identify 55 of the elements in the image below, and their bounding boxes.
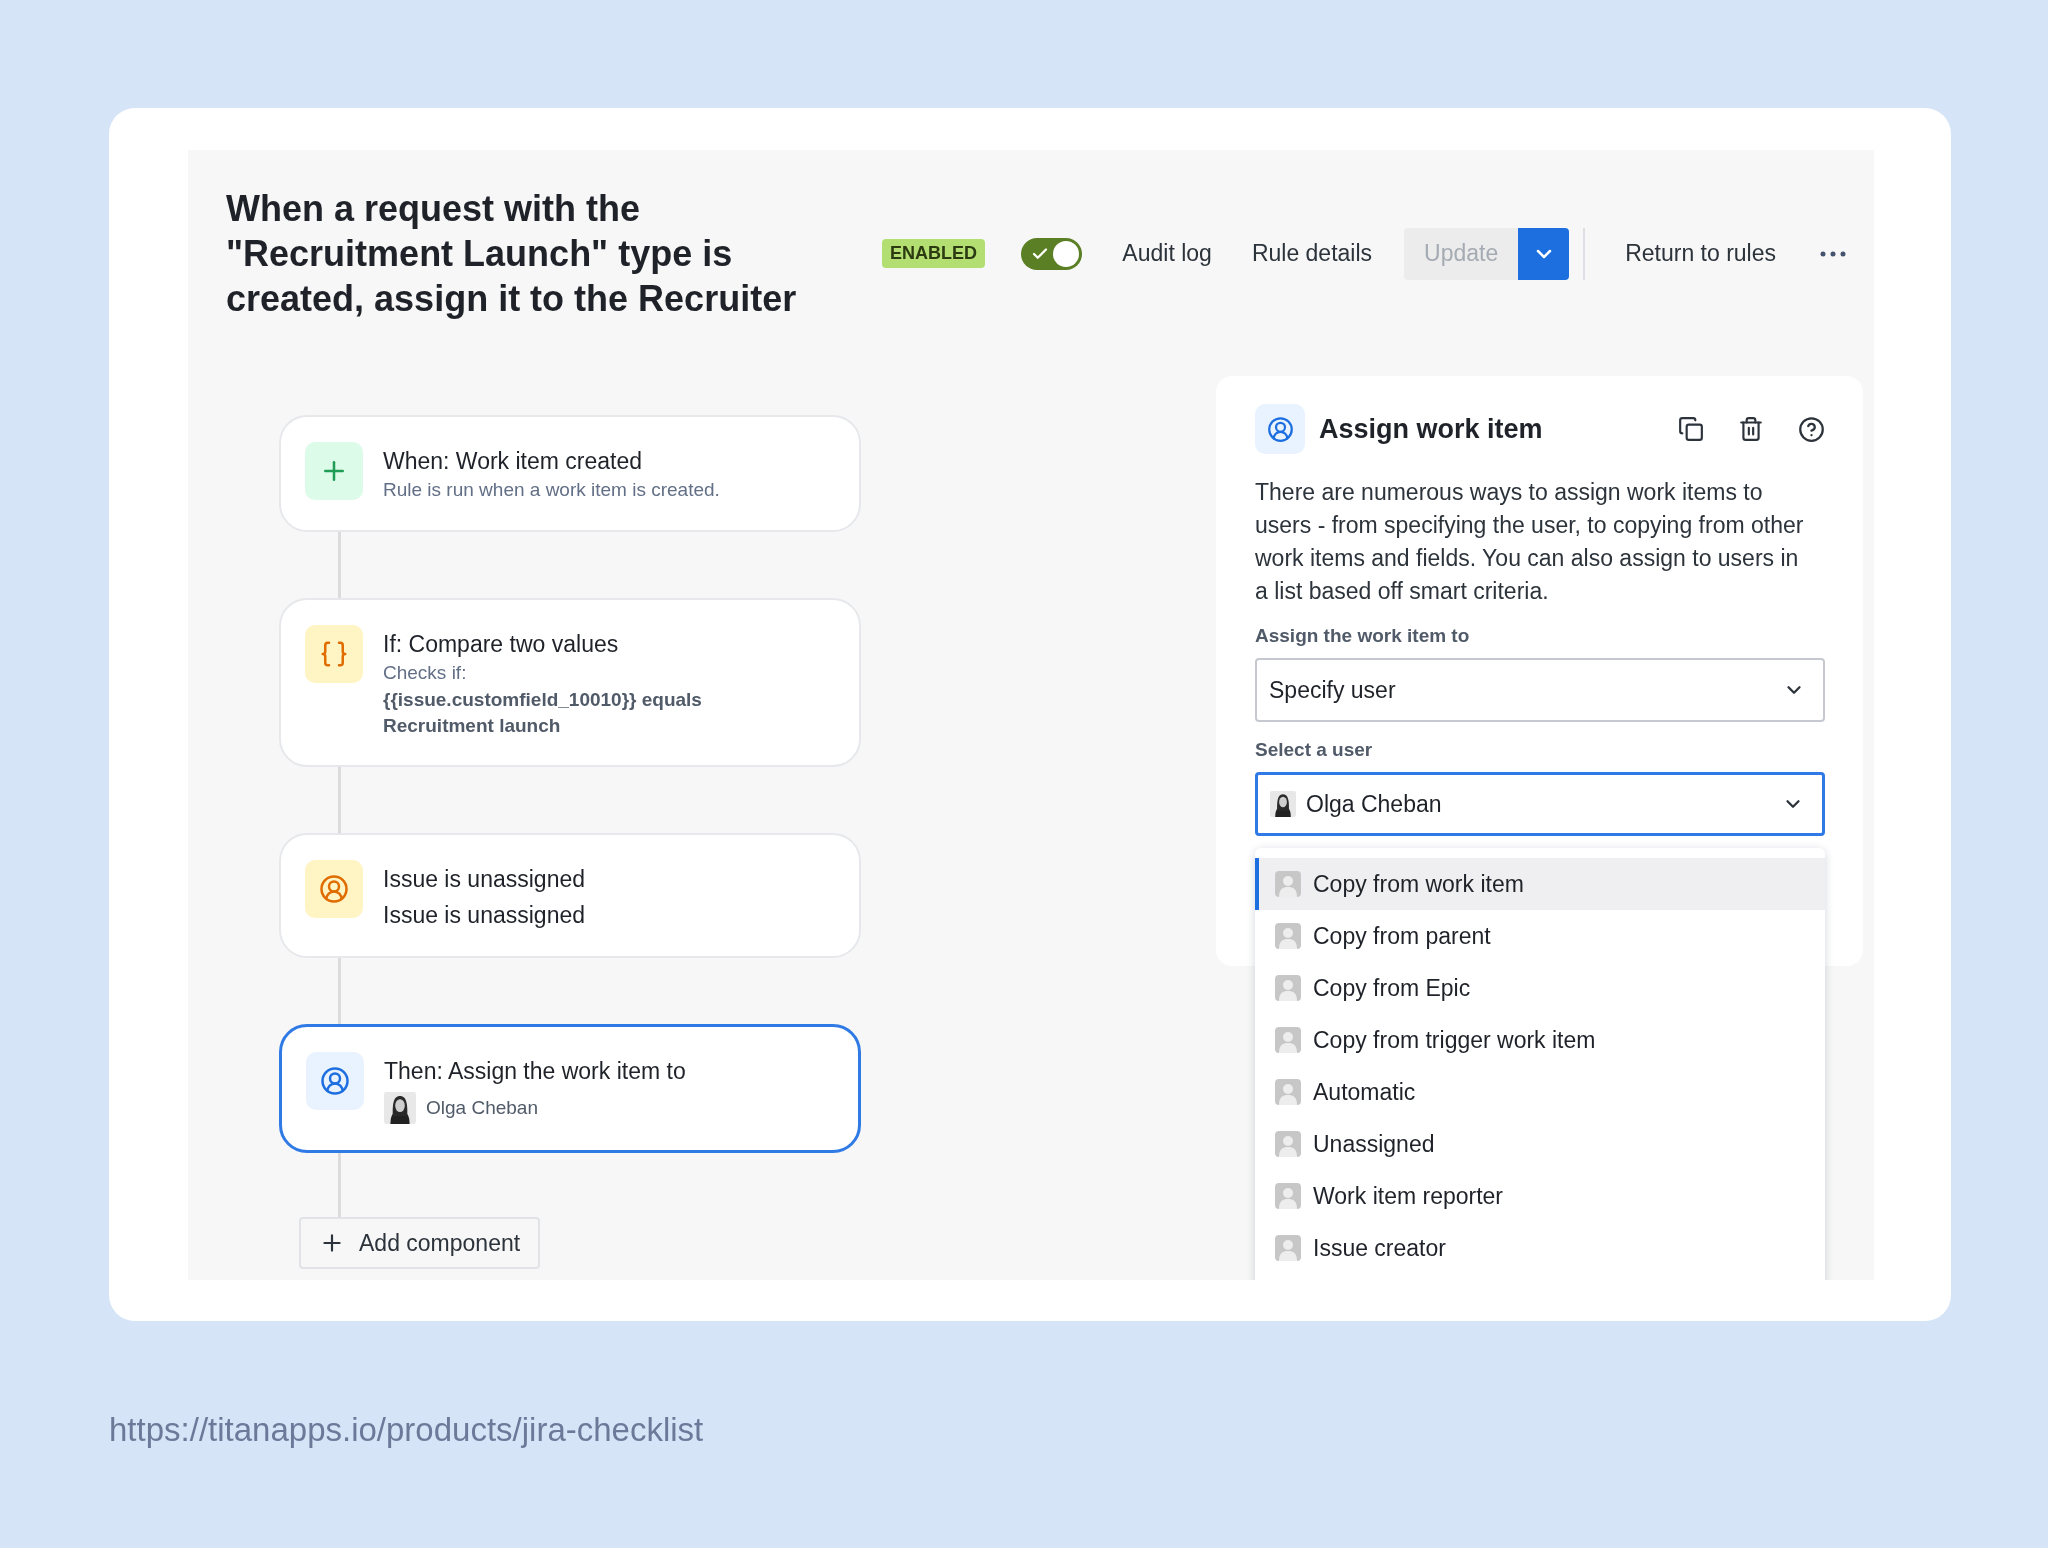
user-placeholder-icon xyxy=(1275,923,1301,949)
select-field[interactable]: Specify user xyxy=(1255,658,1825,722)
avatar-icon xyxy=(1270,791,1296,817)
more-icon xyxy=(1820,250,1846,257)
user-icon xyxy=(305,860,363,918)
user-placeholder-icon xyxy=(1275,1027,1301,1053)
dropdown-option[interactable]: Copy from work item xyxy=(1255,858,1825,910)
dropdown-option[interactable]: Work item reporter xyxy=(1255,1170,1825,1222)
braces-icon xyxy=(305,625,363,683)
dropdown-option[interactable]: Copy from trigger work item xyxy=(1255,1014,1825,1066)
select-field[interactable]: Olga Cheban xyxy=(1255,772,1825,836)
plus-icon xyxy=(305,442,363,500)
rule-component-card[interactable]: Issue is unassigned Issue is unassigned xyxy=(279,833,861,958)
panel-description: There are numerous ways to assign work items to users - from specifying the user, to copying from other work items and fields. You can also assign to users in a list based off smart criteria. xyxy=(1255,478,1805,606)
user-placeholder-icon xyxy=(1275,1235,1301,1261)
field-label: Assign the work item to xyxy=(1255,624,1471,648)
user-placeholder-icon xyxy=(1275,1131,1301,1157)
status-badge: ENABLED xyxy=(882,239,985,268)
rule-component-card[interactable]: If: Compare two values Checks if: {{issue.customfield_10010}} equals Recruitment launch xyxy=(279,598,861,767)
rule-component-card[interactable]: Then: Assign the work item to Olga Cheban xyxy=(279,1024,861,1153)
panel-title: Assign work item xyxy=(1319,413,1544,445)
component-title: Issue is unassigned xyxy=(383,865,585,894)
help-button[interactable] xyxy=(1798,415,1825,443)
source-url: https://titanapps.io/products/jira-checklist xyxy=(109,1411,705,1449)
user-placeholder-icon xyxy=(1275,871,1301,897)
dropdown-option[interactable]: Copy from Epic xyxy=(1255,962,1825,1014)
rule-component-card[interactable]: When: Work item created Rule is run when a work item is created. xyxy=(279,415,861,532)
user-icon xyxy=(306,1052,364,1110)
dropdown-option[interactable]: Automatic xyxy=(1255,1066,1825,1118)
component-title: When: Work item created xyxy=(383,447,644,476)
dropdown-option[interactable]: Issue creator xyxy=(1255,1222,1825,1274)
user-name: Olga Cheban xyxy=(426,1097,538,1119)
component-detail: {{issue.customfield_10010}} equals Recruitment launch xyxy=(383,688,703,738)
avatar-icon xyxy=(384,1092,416,1124)
component-title: Then: Assign the work item to xyxy=(384,1057,686,1086)
enable-toggle[interactable] xyxy=(1021,237,1083,270)
update-options-button[interactable] xyxy=(1518,227,1570,280)
field-label: Select a user xyxy=(1255,738,1374,762)
user-placeholder-icon xyxy=(1275,975,1301,1001)
component-subtitle: Checks if: xyxy=(383,661,468,685)
rule-title: When a request with the "Recruitment Launch" type is created, assign it to the Recruiter xyxy=(226,187,798,321)
user-placeholder-icon xyxy=(1275,1183,1301,1209)
component-subtitle: Rule is run when a work item is created. xyxy=(383,478,720,502)
delete-button[interactable] xyxy=(1738,416,1764,442)
dropdown-option[interactable]: Copy from parent xyxy=(1255,910,1825,962)
component-subtitle: Issue is unassigned xyxy=(383,901,585,930)
user-placeholder-icon xyxy=(1275,1079,1301,1105)
dropdown-option[interactable]: Unassigned xyxy=(1255,1118,1825,1170)
add-component-button[interactable]: Add component xyxy=(299,1217,541,1269)
header-link[interactable]: Rule details xyxy=(1251,240,1373,267)
duplicate-button[interactable] xyxy=(1678,416,1704,442)
user-icon xyxy=(1255,404,1305,454)
header-link[interactable]: Audit log xyxy=(1122,240,1212,267)
return-link[interactable]: Return to rules xyxy=(1625,240,1776,267)
component-title: If: Compare two values xyxy=(383,630,620,659)
